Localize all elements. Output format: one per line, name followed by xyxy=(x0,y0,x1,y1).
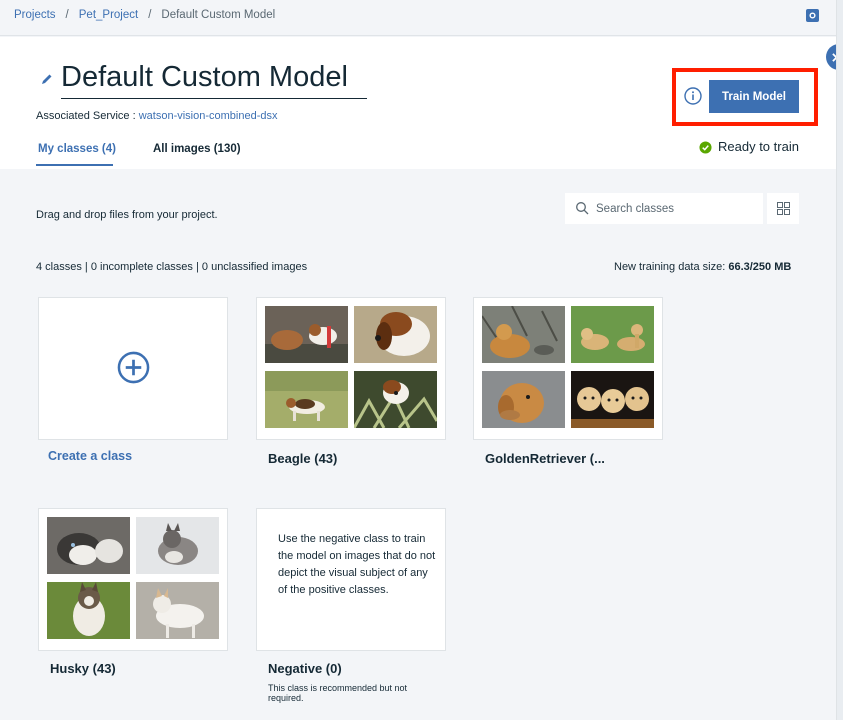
data-size-value: 66.3/250 MB xyxy=(728,261,792,273)
breadcrumb-projects[interactable]: Projects xyxy=(14,9,56,21)
grid-icon xyxy=(776,202,790,215)
associated-service-link[interactable]: watson-vision-combined-dsx xyxy=(139,110,278,122)
class-thumbnail xyxy=(571,306,654,363)
data-size-label: New training data size: xyxy=(614,261,726,273)
train-model-button[interactable]: Train Model xyxy=(709,80,799,113)
checkmark-icon xyxy=(699,141,712,154)
grid-view-toggle[interactable] xyxy=(767,193,799,224)
class-thumbnail xyxy=(571,371,654,428)
class-card-negative[interactable]: Use the negative class to train the mode… xyxy=(256,508,446,651)
create-class-card[interactable] xyxy=(38,297,228,440)
training-data-size: New training data size: 66.3/250 MB xyxy=(614,261,791,273)
gear-icon xyxy=(809,12,816,19)
breadcrumb: Projects / Pet_Project / Default Custom Mode… xyxy=(14,9,275,21)
tab-all-images[interactable]: All images (130) xyxy=(153,143,241,155)
breadcrumb-current: Default Custom Model xyxy=(161,9,276,21)
class-thumbnail xyxy=(354,371,437,428)
class-summary: 4 classes | 0 incomplete classes | 0 unc… xyxy=(36,261,308,273)
negative-class-note: This class is recommended but not requir… xyxy=(268,683,408,703)
class-thumbnail xyxy=(482,306,565,363)
class-name-golden-retriever[interactable]: GoldenRetriever (... xyxy=(485,451,605,466)
breadcrumb-separator: / xyxy=(65,9,69,21)
class-thumbnail xyxy=(265,306,348,363)
negative-class-description: Use the negative class to train the mode… xyxy=(278,533,436,596)
create-class-link[interactable]: Create a class xyxy=(48,449,132,463)
class-thumbnail xyxy=(136,517,219,574)
active-tab-indicator xyxy=(36,164,113,166)
info-icon[interactable] xyxy=(684,87,702,105)
breadcrumb-pet-project[interactable]: Pet_Project xyxy=(79,9,138,21)
class-name-husky[interactable]: Husky (43) xyxy=(50,661,116,676)
class-thumbnail xyxy=(482,371,565,428)
associated-service-label: Associated Service : xyxy=(36,110,136,122)
drag-drop-hint: Drag and drop files from your project. xyxy=(36,209,218,221)
title-underline xyxy=(61,98,367,99)
class-card-beagle[interactable] xyxy=(256,297,446,440)
settings-button[interactable] xyxy=(806,9,819,22)
top-bar: Projects / Pet_Project / Default Custom Mode… xyxy=(0,0,836,36)
class-thumbnail xyxy=(354,306,437,363)
side-panel-edge xyxy=(836,0,843,720)
search-icon xyxy=(576,202,589,215)
add-circle-icon xyxy=(117,351,150,384)
pencil-icon[interactable] xyxy=(40,72,54,86)
class-name-negative[interactable]: Negative (0) xyxy=(268,661,342,676)
class-thumbnail xyxy=(136,582,219,639)
class-thumbnail xyxy=(47,582,130,639)
model-header: Default Custom Model Associated Service … xyxy=(0,37,836,169)
class-name-beagle[interactable]: Beagle (43) xyxy=(268,451,337,466)
associated-service: Associated Service : watson-vision-combi… xyxy=(36,110,278,122)
page-title[interactable]: Default Custom Model xyxy=(61,61,348,94)
search-input[interactable] xyxy=(596,193,761,224)
class-thumbnail xyxy=(47,517,130,574)
tab-my-classes[interactable]: My classes (4) xyxy=(38,143,116,155)
class-card-husky[interactable] xyxy=(38,508,228,651)
class-card-golden-retriever[interactable] xyxy=(473,297,663,440)
breadcrumb-separator: / xyxy=(148,9,152,21)
status-text: Ready to train xyxy=(718,139,799,154)
class-thumbnail xyxy=(265,371,348,428)
